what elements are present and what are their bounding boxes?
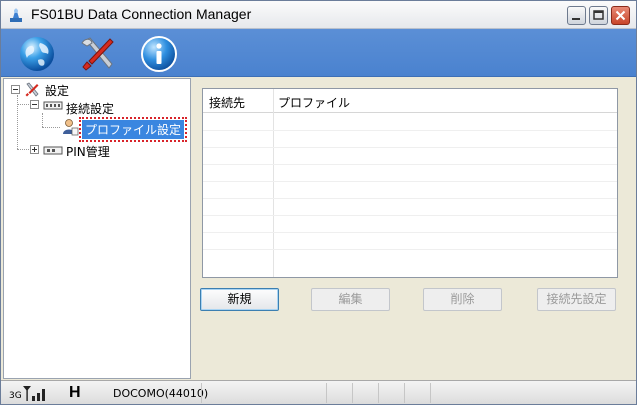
collapse-toggle[interactable] (30, 100, 39, 109)
profile-list[interactable]: 接続先 プロファイル (202, 88, 618, 278)
row-divider (203, 232, 617, 233)
carrier-name: DOCOMO(44010) (113, 387, 209, 400)
globe-icon[interactable] (17, 34, 57, 74)
row-divider (203, 181, 617, 182)
row-divider (203, 249, 617, 250)
tree-item-label: PIN管理 (66, 145, 110, 159)
edit-profile-button[interactable]: 編集 (311, 288, 390, 311)
status-divider (430, 383, 431, 403)
settings-tree: 設定 接続設定 プロファイル設定 PIN管理 (3, 78, 191, 379)
row-divider (203, 147, 617, 148)
signal-strength-icon (21, 384, 49, 405)
app-window: FS01BU Data Connection Manager 設定 接続設定 プ… (0, 0, 637, 405)
toolbar (1, 29, 636, 77)
row-divider (203, 198, 617, 199)
app-icon (7, 6, 25, 24)
maximize-button[interactable] (589, 6, 608, 25)
connection-mode: H (69, 384, 81, 401)
row-divider (203, 130, 617, 131)
status-divider (404, 383, 405, 403)
network-icon (43, 99, 63, 116)
window-title: FS01BU Data Connection Manager (31, 6, 252, 22)
column-header-destination[interactable]: 接続先 (209, 94, 245, 111)
status-divider (378, 383, 379, 403)
status-divider (352, 383, 353, 403)
row-divider (203, 215, 617, 216)
row-divider (203, 164, 617, 165)
network-type: 3G (9, 391, 22, 401)
status-divider (201, 383, 202, 403)
user-profile-icon (61, 118, 79, 139)
title-bar[interactable]: FS01BU Data Connection Manager (1, 1, 636, 29)
tools-icon[interactable] (78, 34, 118, 74)
tree-item-label: 設定 (45, 84, 70, 98)
sim-icon (43, 144, 63, 161)
info-icon[interactable] (139, 34, 179, 74)
close-button[interactable] (611, 6, 630, 25)
tree-item-label: プロファイル設定 (78, 117, 188, 142)
column-header-profile[interactable]: プロファイル (278, 94, 350, 111)
collapse-toggle[interactable] (11, 85, 20, 94)
new-profile-button[interactable]: 新規 (200, 288, 279, 311)
minimize-button[interactable] (567, 6, 586, 25)
delete-profile-button[interactable]: 削除 (423, 288, 502, 311)
tree-item-label: 接続設定 (66, 102, 115, 116)
set-destination-button[interactable]: 接続先設定 (537, 288, 616, 311)
tools-icon (24, 82, 40, 101)
status-bar: 3G H DOCOMO(44010) (1, 380, 636, 404)
status-divider (326, 383, 327, 403)
expand-toggle[interactable] (30, 145, 39, 154)
list-header: 接続先 プロファイル (203, 89, 617, 113)
